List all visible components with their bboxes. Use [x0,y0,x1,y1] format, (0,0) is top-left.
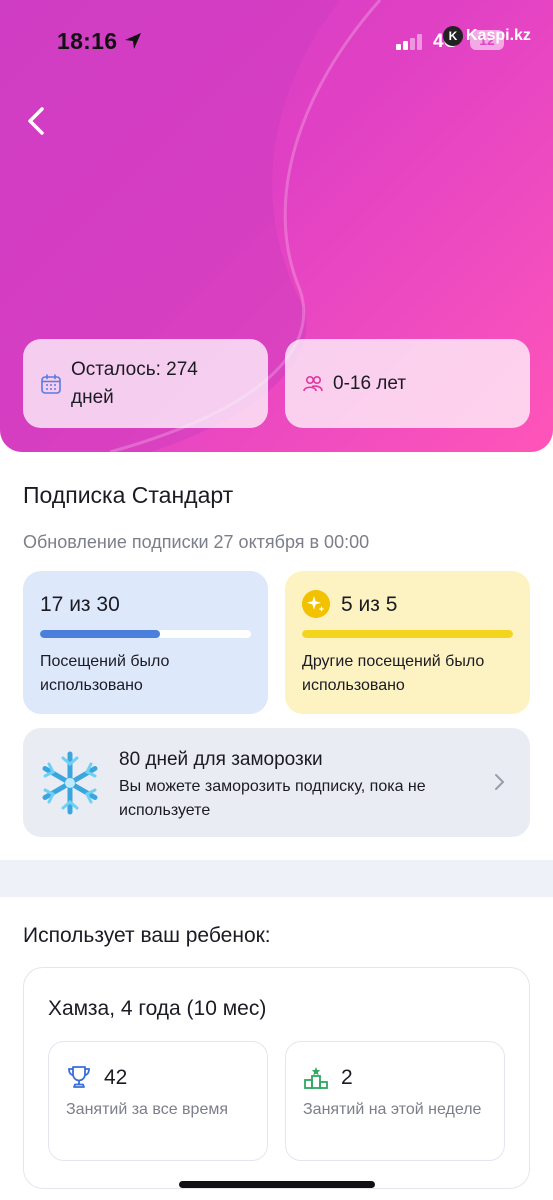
trophy-icon [68,1066,90,1088]
kaspi-logo-icon: K [443,26,463,46]
sparkle-icon [302,590,330,618]
snowflake-icon [42,751,98,815]
other-visits-progress-fill [302,630,513,638]
home-indicator [179,1181,375,1188]
total-lessons-value: 42 [104,1066,128,1089]
visits-description: Посещений было использовано [40,653,170,694]
subscription-title: Подписка Стандарт [23,482,234,508]
signal-icon [396,34,422,50]
freeze-subscription-row[interactable]: 80 дней для заморозки Вы можете заморози… [23,728,530,837]
status-bar: 18:16 4G 12 K Kaspi.kz [0,0,553,80]
remaining-days-chip: Осталось: 274 дней [23,339,268,428]
subscription-header: 18:16 4G 12 K Kaspi.kz Осталось: 274 дне [0,0,553,452]
freeze-description: Вы можете заморозить подписку, пока не и… [119,778,426,819]
visits-progress-fill [40,630,160,638]
visits-card: 17 из 30 Посещений было использовано [23,571,268,714]
child-name: Хамза, 4 года (10 мес) [48,997,267,1020]
back-button[interactable] [22,104,52,138]
other-visits-count: 5 из 5 [341,593,398,616]
total-lessons-stat: 42 Занятий за все время [48,1041,268,1161]
kaspi-watermark: K Kaspi.kz [443,24,531,48]
total-lessons-label: Занятий за все время [66,1101,229,1118]
weekly-lessons-value: 2 [341,1066,353,1089]
visits-progress-bar [40,630,251,638]
subscription-renewal-date: Обновление подписки 27 октября в 00:00 [23,532,370,552]
chevron-right-icon [495,774,504,790]
age-range-label: 0-16 лет [333,372,407,394]
podium-icon [304,1067,328,1089]
child-section-heading: Использует ваш ребенок: [23,924,271,947]
watermark-text: Kaspi.kz [466,27,531,44]
visits-count: 17 из 30 [40,593,120,616]
other-visits-progress-bar [302,630,513,638]
weekly-lessons-label: Занятий на этой неделе [303,1101,482,1118]
status-time: 18:16 [57,28,118,54]
age-range-chip: 0-16 лет [285,339,530,428]
people-icon [303,375,323,391]
weekly-lessons-stat: 2 Занятий на этой неделе [285,1041,505,1161]
location-arrow-icon [125,33,141,49]
other-visits-description: Другие посещений было использовано [302,653,485,694]
section-divider [0,860,553,897]
remaining-days-label: Осталось: 274 дней [71,358,198,408]
freeze-title: 80 дней для заморозки [119,749,323,770]
calendar-icon [41,373,61,394]
other-visits-card: 5 из 5 Другие посещений было использован… [285,571,530,714]
child-card: Хамза, 4 года (10 мес) 42 Занятий за все… [23,967,530,1189]
